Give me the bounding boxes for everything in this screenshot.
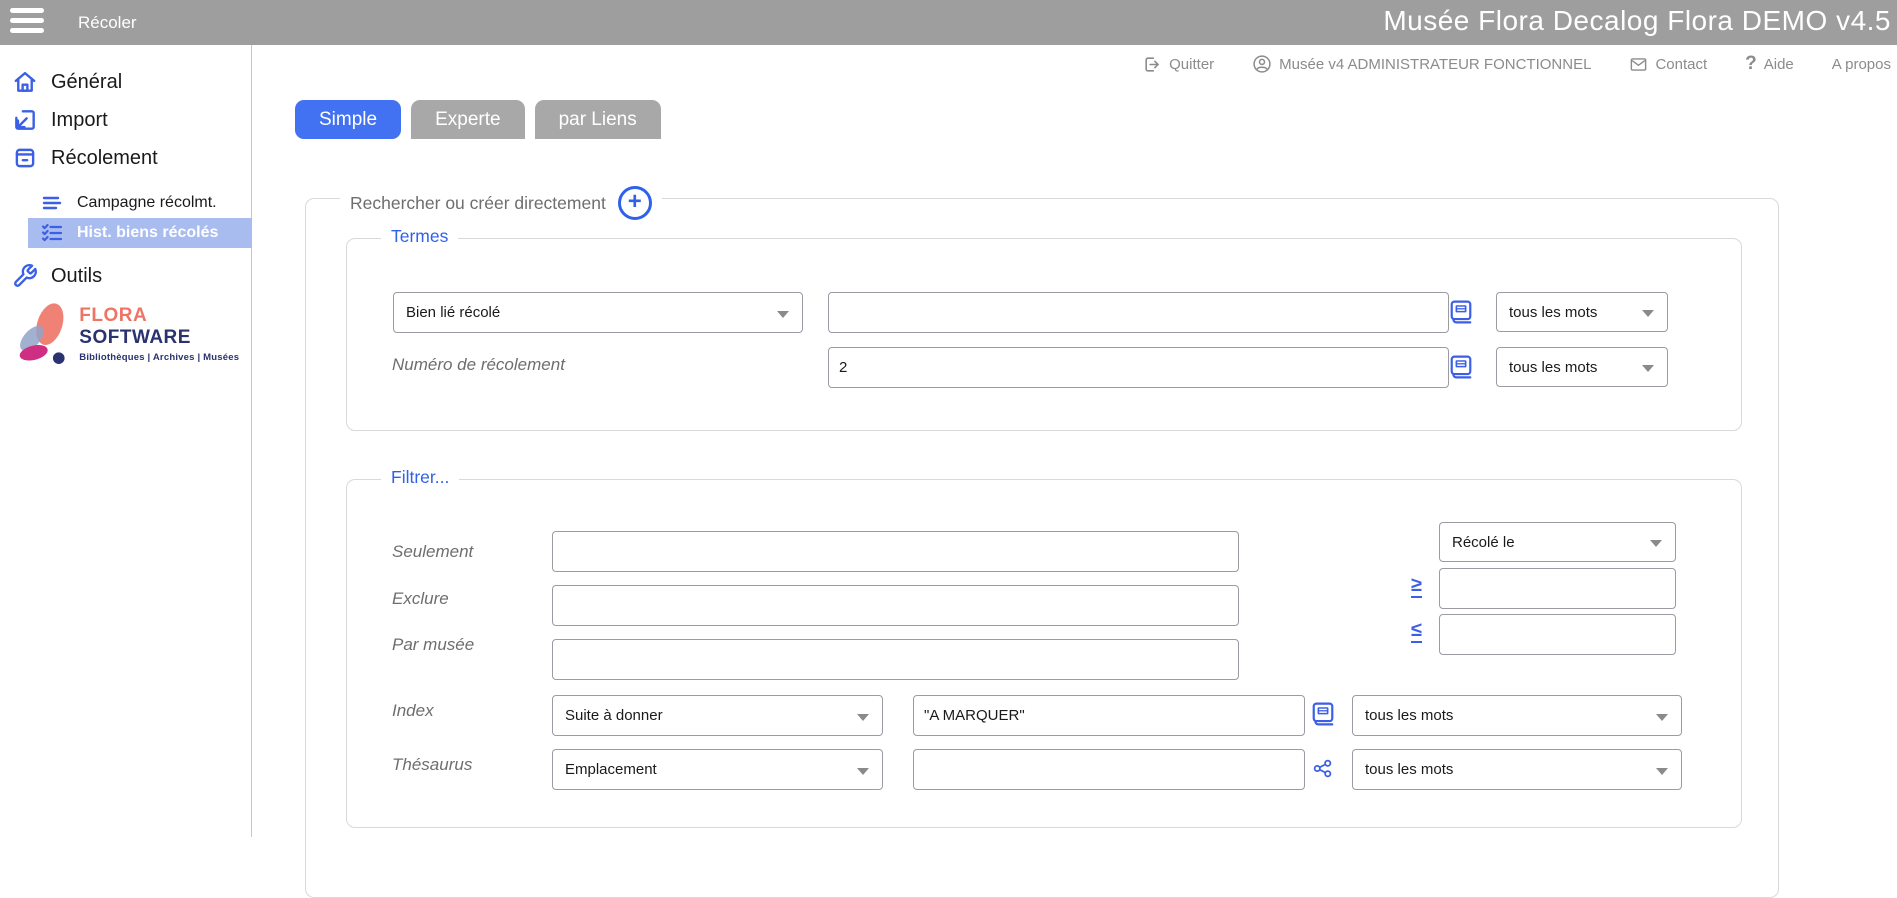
termes-group: Termes Bien lié récolé tous les mots Num… bbox=[346, 238, 1742, 431]
index-label: Index bbox=[392, 701, 434, 721]
share-network-icon[interactable] bbox=[1312, 758, 1334, 782]
filtrer-legend: Filtrer... bbox=[391, 467, 449, 488]
index-value-input[interactable] bbox=[913, 695, 1305, 736]
sidebar-item-import[interactable]: Import bbox=[12, 107, 108, 133]
date-field-select[interactable]: Récolé le bbox=[1439, 522, 1676, 562]
seulement-input[interactable] bbox=[552, 531, 1239, 572]
wrench-icon bbox=[12, 263, 38, 289]
quit-link[interactable]: Quitter bbox=[1143, 55, 1214, 74]
user-link[interactable]: Musée v4 ADMINISTRATEUR FONCTIONNEL bbox=[1252, 54, 1591, 74]
user-icon bbox=[1252, 54, 1272, 74]
list-lines-icon bbox=[40, 191, 64, 215]
brand-flora: FLORA bbox=[79, 305, 147, 326]
sidebar-item-hist-biens-recoles[interactable]: Hist. biens récolés bbox=[28, 218, 252, 248]
lookup-book-icon[interactable] bbox=[1450, 300, 1472, 324]
sidebar-item-campagne[interactable]: Campagne récolmt. bbox=[40, 191, 217, 215]
tab-simple[interactable]: Simple bbox=[295, 100, 401, 139]
checklist-icon bbox=[40, 221, 64, 245]
top-bar: Récoler Musée Flora Decalog Flora DEMO v… bbox=[0, 0, 1897, 45]
flora-petals-icon bbox=[14, 295, 71, 373]
contact-link[interactable]: Contact bbox=[1629, 55, 1707, 74]
tab-par-liens[interactable]: par Liens bbox=[535, 100, 661, 139]
thesaurus-label: Thésaurus bbox=[392, 755, 472, 775]
termes-legend: Termes bbox=[391, 226, 448, 247]
lookup-book-icon[interactable] bbox=[1450, 355, 1472, 379]
archive-box-icon bbox=[12, 145, 38, 171]
exclure-label: Exclure bbox=[392, 589, 449, 609]
logout-icon bbox=[1143, 55, 1162, 74]
filtrer-group: Filtrer... Seulement Exclure Par musée I… bbox=[346, 479, 1742, 828]
numero-recolement-label: Numéro de récolement bbox=[392, 355, 565, 375]
thesaurus-match-select[interactable]: tous les mots bbox=[1352, 749, 1682, 790]
sidebar-item-general[interactable]: Général bbox=[12, 69, 122, 95]
term-match-select[interactable]: tous les mots bbox=[1496, 292, 1668, 332]
tab-experte[interactable]: Experte bbox=[411, 100, 524, 139]
thesaurus-field-select[interactable]: Emplacement bbox=[552, 749, 883, 790]
thesaurus-value-input[interactable] bbox=[913, 749, 1305, 790]
seulement-label: Seulement bbox=[392, 542, 473, 562]
help-link[interactable]: ? Aide bbox=[1745, 53, 1794, 75]
par-musee-input[interactable] bbox=[552, 639, 1239, 680]
term-value-input[interactable] bbox=[828, 292, 1449, 333]
lte-operator[interactable]: ≤ bbox=[1411, 620, 1422, 643]
home-icon bbox=[12, 69, 38, 95]
index-match-select[interactable]: tous les mots bbox=[1352, 695, 1682, 736]
exclure-input[interactable] bbox=[552, 585, 1239, 626]
mail-icon bbox=[1629, 55, 1648, 74]
gte-operator[interactable]: ≥ bbox=[1411, 575, 1422, 598]
about-link[interactable]: A propos bbox=[1832, 56, 1891, 73]
header-links-row: Quitter Musée v4 ADMINISTRATEUR FONCTION… bbox=[253, 45, 1897, 83]
app-title: Musée Flora Decalog Flora DEMO v4.5 bbox=[1383, 5, 1891, 37]
search-mode-tabs: Simple Experte par Liens bbox=[295, 100, 661, 139]
sidebar-item-outils[interactable]: Outils bbox=[12, 263, 102, 289]
create-plus-button[interactable]: + bbox=[618, 186, 652, 220]
date-gte-input[interactable] bbox=[1439, 568, 1676, 609]
flora-software-logo: FLORA SOFTWARE Bibliothèques | Archives … bbox=[14, 295, 244, 373]
par-musee-label: Par musée bbox=[392, 635, 474, 655]
question-icon: ? bbox=[1745, 53, 1757, 75]
search-or-create-group: Rechercher ou créer directement + Termes… bbox=[305, 198, 1779, 898]
numero-match-select[interactable]: tous les mots bbox=[1496, 347, 1668, 387]
brand-tagline: Bibliothèques | Archives | Musées bbox=[79, 352, 244, 363]
search-or-create-legend: Rechercher ou créer directement + bbox=[340, 186, 662, 220]
sidebar-item-recolement[interactable]: Récolement bbox=[12, 145, 158, 171]
date-lte-input[interactable] bbox=[1439, 614, 1676, 655]
sidebar: Général Import Récolement Campagne récol… bbox=[0, 45, 252, 837]
hamburger-menu-icon[interactable] bbox=[10, 8, 44, 36]
term-field-select[interactable]: Bien lié récolé bbox=[393, 292, 803, 333]
brand-software: SOFTWARE bbox=[79, 327, 191, 348]
lookup-book-icon[interactable] bbox=[1312, 702, 1334, 726]
module-title: Récoler bbox=[78, 0, 137, 45]
import-icon bbox=[12, 107, 38, 133]
index-field-select[interactable]: Suite à donner bbox=[552, 695, 883, 736]
numero-recolement-input[interactable] bbox=[828, 347, 1449, 388]
